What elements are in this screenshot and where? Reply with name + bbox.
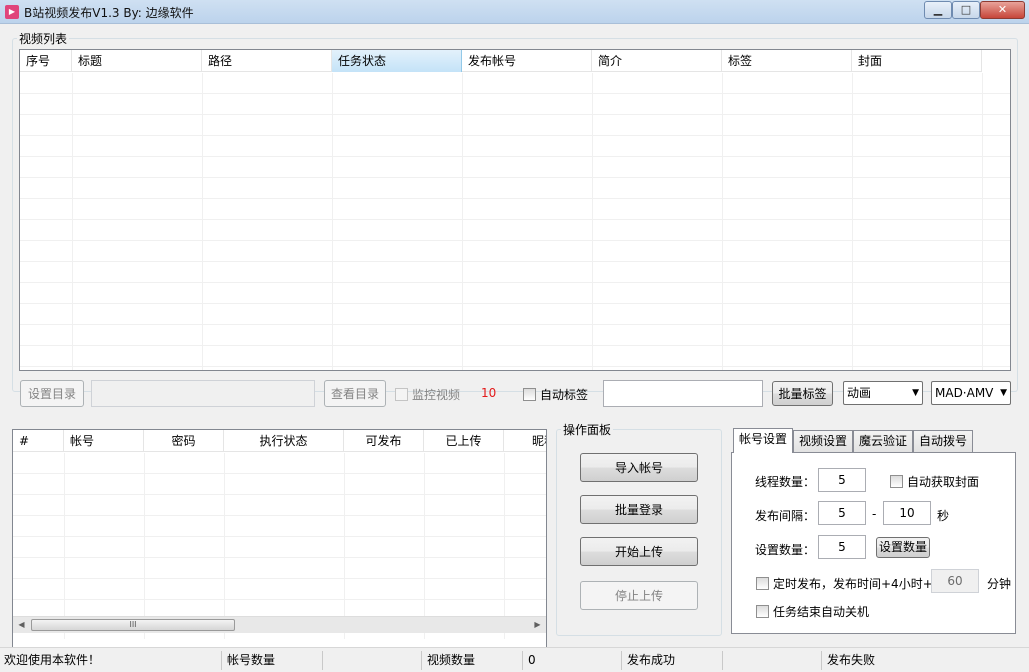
chevron-down-icon: ▼ [912, 388, 919, 398]
status-publish-success-value [724, 651, 822, 670]
col-cover[interactable]: 封面 [852, 50, 982, 72]
col-index[interactable]: 序号 [20, 50, 72, 72]
checkbox-icon [756, 605, 769, 618]
main-window: 视频列表 序号 标题 路径 任务状态 发布帐号 简介 标签 封面 设置目录 查看… [0, 24, 1029, 672]
monitor-video-checkbox[interactable]: 监控视频 [395, 386, 460, 403]
status-welcome: 欢迎使用本软件！ [0, 651, 222, 670]
interval-min-input[interactable]: 5 [818, 501, 866, 525]
subcategory-value: MAD·AMV [935, 386, 994, 400]
col-nickname[interactable]: 昵称 [504, 430, 546, 452]
col-account[interactable]: 帐号 [64, 430, 144, 452]
maximize-icon: □ [960, 3, 972, 16]
set-directory-button[interactable]: 设置目录 [20, 380, 84, 407]
scroll-left-icon[interactable]: ◀ [13, 617, 30, 633]
window-title: B站视频发布V1.3 By: 边缘软件 [24, 6, 194, 20]
category-value: 动画 [847, 386, 872, 400]
auto-cover-label: 自动获取封面 [907, 475, 980, 489]
scrollbar-thumb[interactable]: III [31, 619, 235, 631]
batch-tag-button[interactable]: 批量标签 [772, 381, 833, 406]
video-list-header: 序号 标题 路径 任务状态 发布帐号 简介 标签 封面 [20, 50, 982, 72]
title-bar: ▶ B站视频发布V1.3 By: 边缘软件 ▁ □ ✕ [0, 0, 1029, 24]
status-video-count-value: 0 [524, 651, 622, 670]
account-settings-panel: 线程数量： 5 自动获取封面 发布间隔： 5 - 10 秒 设置数量： 5 设置… [731, 452, 1016, 634]
bilibili-app-icon: ▶ [5, 5, 19, 19]
col-tags[interactable]: 标签 [722, 50, 852, 72]
category-select[interactable]: 动画 ▼ [843, 381, 923, 405]
subcategory-select[interactable]: MAD·AMV ▼ [931, 381, 1011, 405]
col-number[interactable]: # [13, 430, 64, 452]
tab-auto-dial[interactable]: 自动拨号 [913, 430, 973, 452]
status-video-count-label: 视频数量 [423, 651, 523, 670]
set-count-button[interactable]: 设置数量 [876, 537, 930, 558]
col-path[interactable]: 路径 [202, 50, 332, 72]
col-publishable[interactable]: 可发布 [344, 430, 424, 452]
checkbox-icon [756, 577, 769, 590]
col-publish-account[interactable]: 发布帐号 [462, 50, 592, 72]
scroll-right-icon[interactable]: ▶ [529, 617, 546, 633]
status-account-count-value [324, 651, 422, 670]
stop-upload-button[interactable]: 停止上传 [580, 581, 698, 610]
col-title[interactable]: 标题 [72, 50, 202, 72]
monitor-count: 10 [481, 386, 497, 400]
thread-count-label: 线程数量： [755, 475, 816, 489]
col-password[interactable]: 密码 [144, 430, 224, 452]
scheduled-publish-label: 定时发布，发布时间+4小时+ [773, 577, 933, 591]
video-list-legend: 视频列表 [19, 32, 68, 46]
minimize-icon: ▁ [933, 3, 943, 16]
close-button[interactable]: ✕ [980, 1, 1025, 19]
scheduled-publish-checkbox[interactable]: 定时发布，发布时间+4小时+ [756, 575, 933, 592]
monitor-video-label: 监控视频 [412, 388, 461, 402]
set-count-input[interactable]: 5 [818, 535, 866, 559]
auto-cover-checkbox[interactable]: 自动获取封面 [890, 473, 979, 490]
auto-tag-checkbox[interactable]: 自动标签 [523, 386, 588, 403]
auto-shutdown-label: 任务结束自动关机 [773, 605, 870, 619]
status-publish-success-label: 发布成功 [623, 651, 723, 670]
col-task-status[interactable]: 任务状态 [332, 50, 462, 72]
video-list-body[interactable] [20, 73, 1010, 370]
ops-panel-legend: 操作面板 [563, 423, 612, 437]
interval-max-input[interactable]: 10 [883, 501, 931, 525]
interval-separator: - [872, 507, 877, 521]
tab-account-settings[interactable]: 帐号设置 [733, 428, 793, 453]
auto-shutdown-checkbox[interactable]: 任务结束自动关机 [756, 603, 869, 620]
interval-label: 发布间隔： [755, 509, 816, 523]
account-list-scrollbar[interactable]: ◀ III ▶ [13, 616, 546, 633]
directory-path-field[interactable] [91, 380, 315, 407]
minimize-button[interactable]: ▁ [924, 1, 952, 19]
scheduled-minutes-input[interactable]: 60 [931, 569, 979, 593]
interval-unit: 秒 [937, 509, 950, 523]
batch-login-button[interactable]: 批量登录 [580, 495, 698, 524]
thread-count-input[interactable]: 5 [818, 468, 866, 492]
scheduled-minutes-unit: 分钟 [987, 577, 1012, 591]
tab-video-settings[interactable]: 视频设置 [793, 430, 853, 452]
close-icon: ✕ [997, 3, 1008, 16]
col-uploaded[interactable]: 已上传 [424, 430, 504, 452]
tab-moyun-verify[interactable]: 魔云验证 [853, 430, 913, 452]
checkbox-icon [523, 388, 536, 401]
import-accounts-button[interactable]: 导入帐号 [580, 453, 698, 482]
status-account-count-label: 帐号数量 [223, 651, 323, 670]
status-publish-fail-label: 发布失败 [827, 653, 876, 667]
chevron-down-icon: ▼ [998, 382, 1007, 404]
checkbox-icon [890, 475, 903, 488]
account-list-header: # 帐号 密码 执行状态 可发布 已上传 昵称 [13, 430, 546, 452]
checkbox-icon [395, 388, 408, 401]
status-bar: 欢迎使用本软件！ 帐号数量 视频数量 0 发布成功 发布失败 [0, 647, 1029, 672]
set-count-label: 设置数量： [755, 543, 816, 557]
start-upload-button[interactable]: 开始上传 [580, 537, 698, 566]
col-intro[interactable]: 简介 [592, 50, 722, 72]
col-exec-status[interactable]: 执行状态 [224, 430, 344, 452]
maximize-button[interactable]: □ [952, 1, 980, 19]
auto-tag-label: 自动标签 [540, 388, 589, 402]
video-list-table[interactable]: 序号 标题 路径 任务状态 发布帐号 简介 标签 封面 [19, 49, 1011, 371]
tag-input[interactable] [603, 380, 763, 407]
account-list-body[interactable] [13, 453, 546, 639]
view-directory-button[interactable]: 查看目录 [324, 380, 386, 407]
